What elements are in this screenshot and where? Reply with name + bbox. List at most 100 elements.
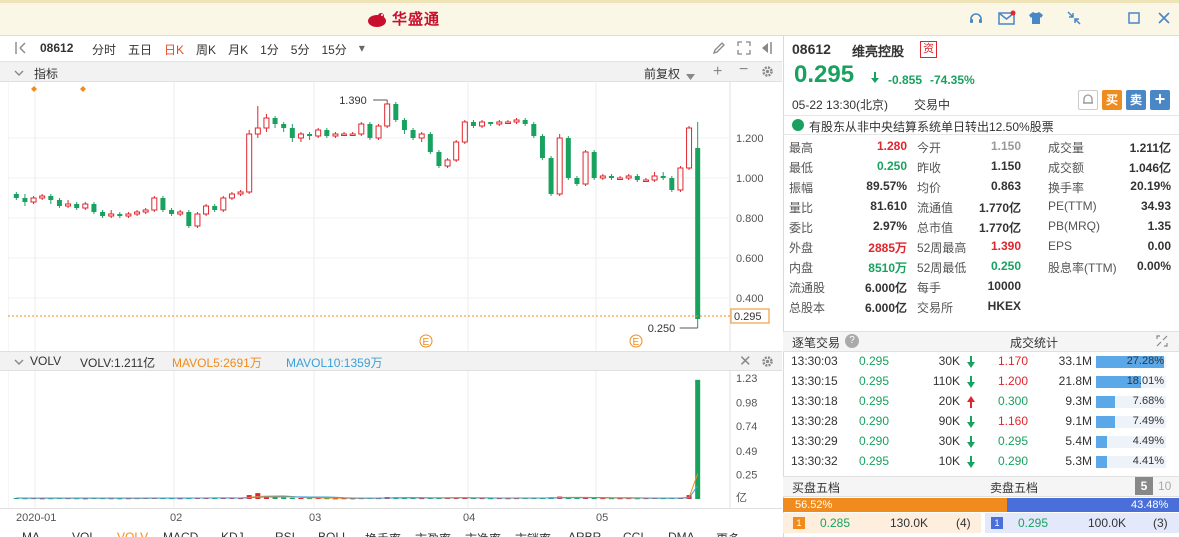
- volume-settings-gear-icon[interactable]: [761, 355, 774, 371]
- indicator-label[interactable]: 指标: [34, 65, 58, 82]
- candle[interactable]: [74, 202, 80, 210]
- candle[interactable]: [651, 172, 658, 182]
- candle[interactable]: [349, 132, 356, 136]
- candle[interactable]: [686, 126, 693, 170]
- candle[interactable]: [220, 196, 227, 212]
- candle[interactable]: [108, 210, 115, 218]
- help-icon[interactable]: ?: [845, 334, 859, 348]
- headset-icon[interactable]: [968, 10, 984, 26]
- candle[interactable]: [470, 120, 476, 128]
- settings-gear-icon[interactable]: [761, 65, 774, 81]
- volume-bar[interactable]: [281, 497, 287, 499]
- candle[interactable]: [444, 158, 451, 168]
- candle[interactable]: [479, 120, 486, 128]
- ex-dividend-icon[interactable]: E: [419, 334, 433, 348]
- zoom-out-icon[interactable]: −: [739, 61, 748, 79]
- expand-icon[interactable]: [737, 41, 751, 58]
- buy-button[interactable]: 买: [1102, 90, 1122, 110]
- candlestick-chart[interactable]: 1.200 1.000 0.800 0.600 0.400 1.390 0.250 0.295…: [8, 82, 782, 352]
- depth-5-tab[interactable]: 5: [1135, 477, 1153, 495]
- candle[interactable]: [39, 194, 46, 200]
- candle[interactable]: [281, 122, 287, 132]
- candle[interactable]: [582, 150, 589, 186]
- candle[interactable]: [522, 118, 528, 126]
- candle[interactable]: [358, 122, 365, 136]
- candle[interactable]: [237, 190, 244, 196]
- volume-collapse-icon[interactable]: [14, 356, 24, 370]
- indicator-tab[interactable]: CCI: [623, 530, 644, 537]
- draw-pen-icon[interactable]: [712, 41, 726, 58]
- candle[interactable]: [169, 208, 175, 216]
- bid-row[interactable]: [783, 513, 981, 533]
- indicator-tab[interactable]: KDJ: [221, 530, 244, 537]
- candle[interactable]: [504, 120, 511, 124]
- candle[interactable]: [496, 120, 503, 126]
- candle[interactable]: [418, 132, 425, 142]
- period-tab-5[interactable]: 1分: [260, 41, 279, 58]
- indicator-tab[interactable]: VOLV: [117, 530, 148, 537]
- sell-button[interactable]: 卖: [1126, 90, 1146, 110]
- candle[interactable]: [91, 202, 97, 214]
- indicator-tab[interactable]: MA: [22, 530, 40, 537]
- collapse-panel-icon[interactable]: [760, 41, 774, 58]
- candle[interactable]: [272, 116, 278, 128]
- ask-row[interactable]: [985, 513, 1179, 533]
- mail-icon[interactable]: [998, 10, 1016, 26]
- close-indicator-icon[interactable]: ✕: [739, 352, 752, 370]
- indicator-tab[interactable]: BOLL: [318, 530, 349, 537]
- candle[interactable]: [539, 134, 545, 160]
- candle[interactable]: [677, 166, 684, 192]
- candle[interactable]: [289, 124, 295, 142]
- event-diamond-icon[interactable]: [80, 86, 86, 92]
- candle[interactable]: [531, 122, 537, 138]
- shirt-icon[interactable]: [1028, 10, 1044, 26]
- indicator-tab[interactable]: MACD: [163, 530, 198, 537]
- candle[interactable]: [642, 178, 649, 182]
- candle[interactable]: [461, 120, 468, 144]
- period-tab-2[interactable]: 日K: [164, 41, 184, 58]
- candle[interactable]: [151, 196, 158, 212]
- candle[interactable]: [625, 174, 632, 180]
- candle[interactable]: [117, 212, 123, 218]
- indicator-tab[interactable]: 更多: [716, 530, 740, 537]
- candle[interactable]: [134, 210, 141, 216]
- candle[interactable]: [393, 102, 399, 122]
- candle[interactable]: [608, 174, 614, 180]
- candle[interactable]: [13, 192, 19, 200]
- event-diamond-icon[interactable]: [31, 86, 37, 92]
- candle[interactable]: [212, 204, 218, 212]
- candle[interactable]: [341, 132, 348, 136]
- candle[interactable]: [228, 192, 235, 200]
- indicator-tab[interactable]: DMA: [668, 530, 695, 537]
- volume-bar[interactable]: [298, 498, 304, 500]
- minimize-icon[interactable]: [1126, 10, 1142, 26]
- candle[interactable]: [375, 124, 382, 140]
- period-tab-0[interactable]: 分时: [92, 41, 116, 58]
- period-more-chevron-icon[interactable]: ▾: [359, 41, 365, 58]
- indicator-tab[interactable]: 市销率: [515, 530, 551, 537]
- indicator-collapse-icon[interactable]: [14, 67, 24, 81]
- period-tab-4[interactable]: 月K: [228, 41, 248, 58]
- candle[interactable]: [22, 194, 28, 206]
- rights-adjust-select[interactable]: 前复权: [644, 65, 680, 82]
- candle[interactable]: [307, 132, 313, 140]
- indicator-tab[interactable]: RSI: [275, 530, 295, 537]
- candle[interactable]: [669, 176, 675, 192]
- ex-dividend-icon[interactable]: E: [629, 334, 643, 348]
- candle[interactable]: [56, 198, 62, 208]
- volume-bar[interactable]: [695, 379, 701, 499]
- candle[interactable]: [548, 156, 554, 196]
- candle[interactable]: [384, 100, 391, 128]
- sidebar-toggle-icon[interactable]: [14, 41, 26, 58]
- candle[interactable]: [315, 128, 322, 138]
- candle[interactable]: [186, 210, 192, 228]
- notice-text[interactable]: 有股东从非中央结算系统单日转出12.50%股票: [809, 118, 1054, 135]
- candle[interactable]: [634, 174, 640, 182]
- candle[interactable]: [453, 140, 460, 162]
- candle[interactable]: [82, 202, 89, 210]
- candle[interactable]: [427, 132, 433, 154]
- candle[interactable]: [599, 174, 606, 180]
- candle[interactable]: [177, 210, 184, 216]
- indicator-tab[interactable]: 市净率: [465, 530, 501, 537]
- alert-bell-icon[interactable]: [1078, 90, 1098, 110]
